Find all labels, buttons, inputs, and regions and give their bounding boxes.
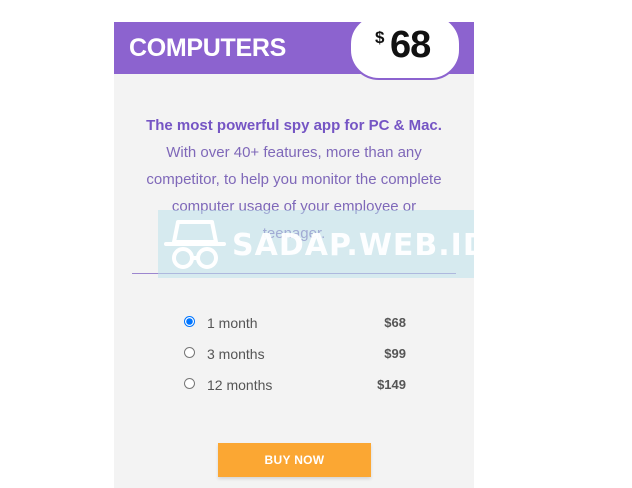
plan-option-1-month[interactable]: 1 month $68 [184, 312, 406, 343]
plan-price: $99 [384, 346, 406, 361]
price-amount: 68 [390, 24, 431, 66]
watermark-text: SADAP.WEB.ID [232, 228, 489, 263]
plan-price: $149 [377, 377, 406, 392]
price-currency: $ [375, 28, 385, 47]
plan-label: 3 months [207, 346, 265, 362]
plan-label: 1 month [207, 315, 258, 331]
card-title: COMPUTERS [129, 34, 287, 62]
plan-label: 12 months [207, 377, 273, 393]
buy-now-button[interactable]: BUY NOW [218, 443, 371, 477]
plan-options: 1 month $68 3 months $99 12 months $149 [184, 312, 406, 405]
plan-radio[interactable] [184, 347, 195, 358]
price-badge: $ 68 [349, 22, 461, 80]
plan-option-12-months[interactable]: 12 months $149 [184, 374, 406, 405]
watermark: SADAP.WEB.ID [158, 210, 488, 278]
plan-radio[interactable] [184, 316, 195, 327]
plan-option-3-months[interactable]: 3 months $99 [184, 343, 406, 374]
spy-hat-glasses-icon [164, 220, 226, 269]
plan-price: $68 [384, 315, 406, 330]
plan-radio[interactable] [184, 378, 195, 389]
description-highlight: The most powerful spy app for PC & Mac. [146, 117, 442, 134]
